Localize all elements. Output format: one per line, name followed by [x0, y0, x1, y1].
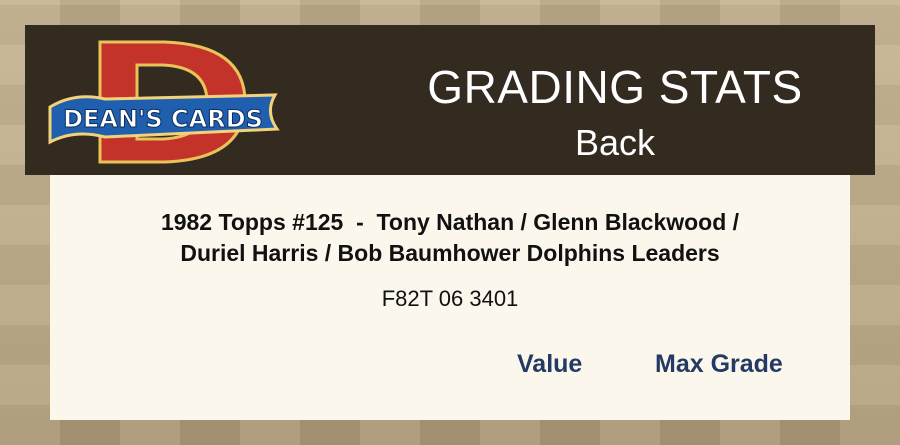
deans-cards-logo: DEAN'S CARDS [48, 40, 280, 164]
grading-stats-panel: 1982 Topps #125 - Tony Nathan / Glenn Bl… [50, 175, 850, 420]
cert-number: F82T 06 3401 [381, 286, 519, 311]
logo-text: DEAN'S CARDS [63, 105, 263, 133]
page-header: DEAN'S CARDS GRADING STATS Back [25, 25, 875, 175]
card-title: 1982 Topps #125 - Tony Nathan / Glenn Bl… [50, 207, 850, 269]
page-subtitle: Back [574, 122, 656, 163]
page-title: GRADING STATS [427, 61, 803, 113]
card-title-line-2: Duriel Harris / Bob Baumhower Dolphins L… [180, 240, 720, 266]
card-title-line-1: 1982 Topps #125 - Tony Nathan / Glenn Bl… [160, 209, 740, 235]
column-header-value: Value [517, 350, 583, 378]
column-header-max-grade: Max Grade [655, 350, 783, 378]
